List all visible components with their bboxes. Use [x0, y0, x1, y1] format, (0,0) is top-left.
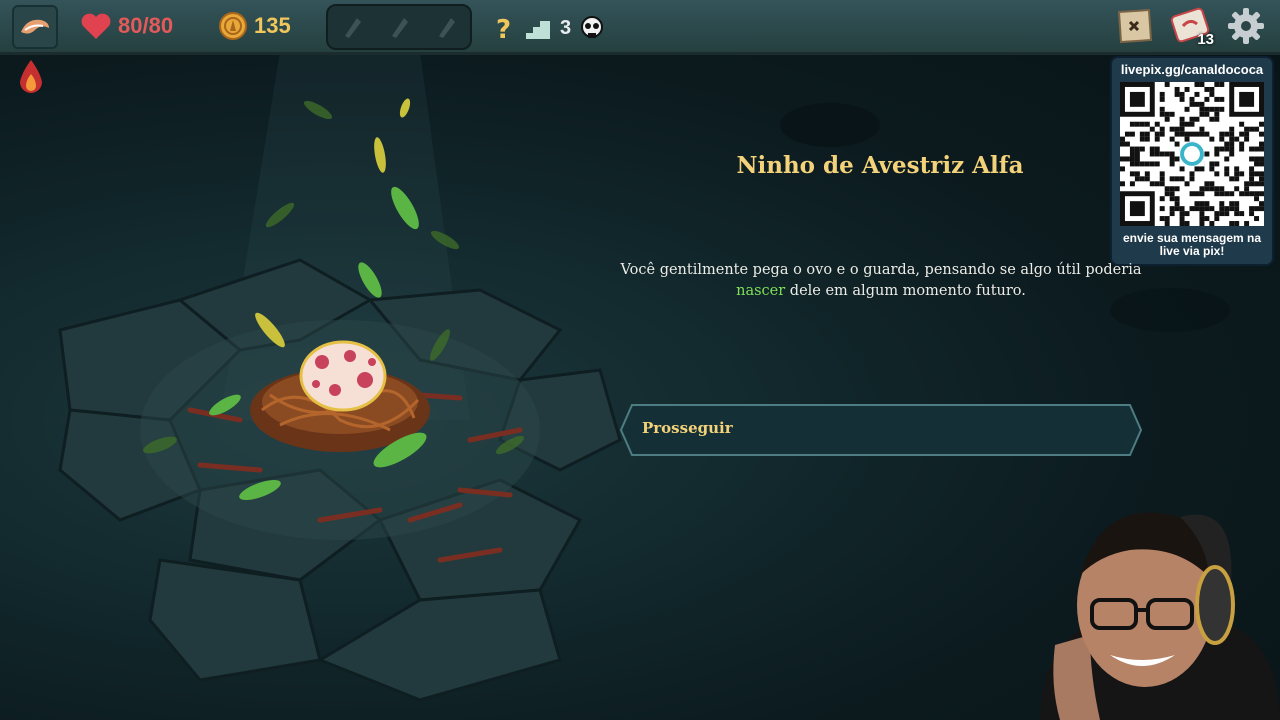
relic-burning-blood[interactable]: [14, 58, 48, 98]
event-text-highlight: nascer: [736, 283, 786, 299]
svg-text:?: ?: [496, 15, 511, 43]
deck-count: 13: [1197, 31, 1214, 48]
floor-number: 3: [560, 16, 572, 39]
top-bar: 80/80 135 ? 3 13: [0, 0, 1280, 55]
qr-code-image: [1120, 82, 1264, 226]
hp-display[interactable]: 80/80: [80, 6, 173, 46]
heart-icon: [81, 13, 111, 39]
livepix-message: envie sua mensagem na live via pix!: [1122, 231, 1262, 258]
character-icon: [21, 19, 49, 34]
qr-code: [1120, 82, 1264, 226]
coin-icon: [219, 12, 247, 40]
boss-skull-icon[interactable]: [579, 15, 605, 41]
choice-proceed-button[interactable]: Prosseguir: [620, 404, 1142, 456]
top-right-controls: 13: [1112, 4, 1268, 48]
gold-display[interactable]: 135: [218, 6, 291, 46]
map-info: ? 3: [494, 8, 605, 48]
gold-value: 135: [254, 13, 291, 38]
event-title: Ninho de Avestriz Alfa: [736, 152, 1024, 179]
potion-bar: [326, 4, 472, 50]
potion-slot-1[interactable]: [341, 14, 363, 40]
stairs-icon: [526, 21, 550, 39]
potion-slot-3[interactable]: [435, 14, 457, 40]
empty-potion-icon: [344, 18, 361, 38]
map-button[interactable]: [1112, 4, 1156, 48]
choice-label: Prosseguir: [642, 419, 733, 437]
event-description: Você gentilmente pega o ovo e o guarda, …: [620, 260, 1142, 302]
empty-potion-icon: [391, 18, 408, 38]
question-mark-icon[interactable]: ?: [494, 13, 516, 43]
hp-value: 80/80: [118, 13, 174, 38]
potion-slot-2[interactable]: [388, 14, 410, 40]
event-text-part2: dele em algum momento futuro.: [789, 283, 1026, 299]
deck-button[interactable]: 13: [1168, 4, 1214, 48]
character-portrait[interactable]: [12, 5, 58, 49]
settings-button[interactable]: [1224, 4, 1268, 48]
livepix-overlay: livepix.gg/canaldococa envie sua mensage…: [1112, 58, 1272, 264]
gear-icon: [1228, 8, 1264, 44]
empty-potion-icon: [439, 18, 456, 38]
livepix-url: livepix.gg/canaldococa: [1120, 62, 1264, 77]
map-scroll-icon: [1117, 8, 1153, 44]
flame-icon: [20, 60, 42, 93]
streamer-webcam: [1030, 505, 1280, 720]
event-text-part1: Você gentilmente pega o ovo e o guarda, …: [620, 262, 1142, 278]
streamer-face: [1040, 512, 1280, 720]
